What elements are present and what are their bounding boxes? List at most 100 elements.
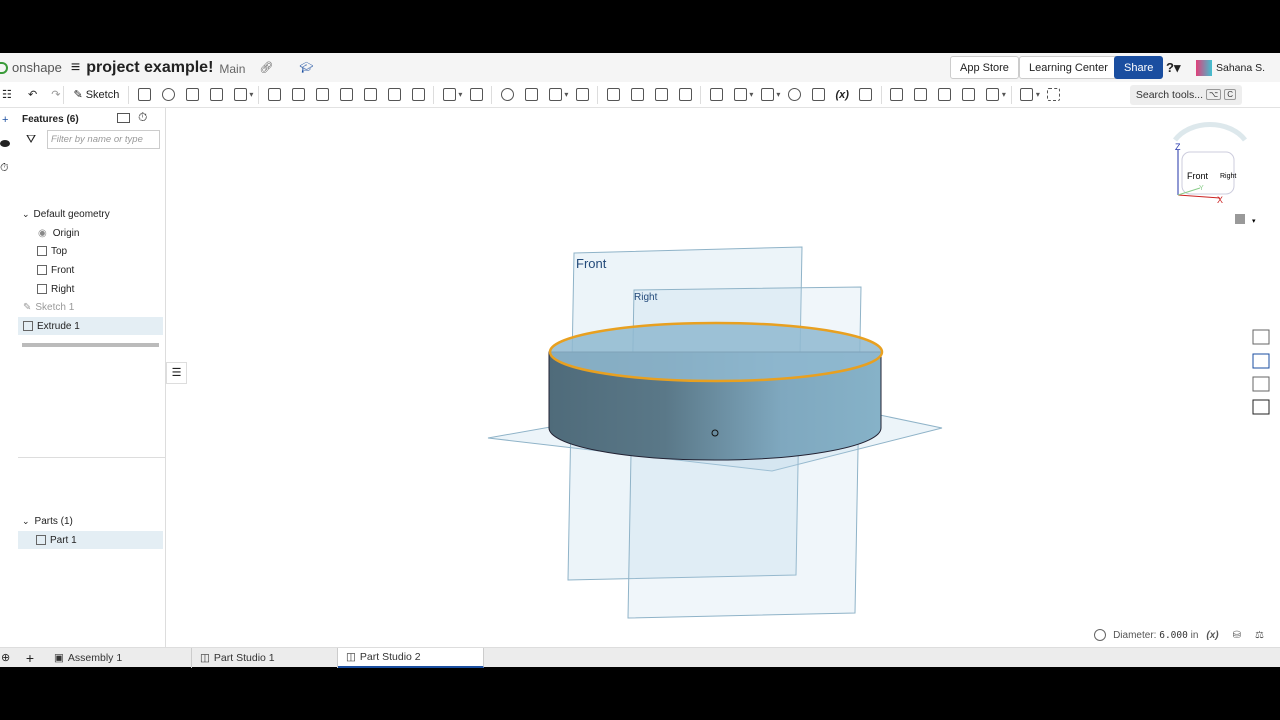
- move-face-icon[interactable]: [654, 88, 668, 101]
- parts-header[interactable]: ⌄ Parts (1): [18, 512, 163, 530]
- branch-name[interactable]: Main: [219, 62, 245, 76]
- filter-icon: ⛛: [26, 132, 37, 146]
- view-cube[interactable]: Z X Y Front Right: [1172, 122, 1248, 205]
- thicken-icon[interactable]: [233, 88, 247, 101]
- onshape-logo[interactable]: onshape: [0, 60, 62, 75]
- delete-face-icon[interactable]: [630, 88, 644, 101]
- feature-default-geometry[interactable]: ⌄ Default geometry: [18, 205, 163, 223]
- view-mode-icon[interactable]: ▾: [1235, 214, 1256, 225]
- extrude-icon: [23, 321, 33, 331]
- transform-icon[interactable]: [548, 88, 562, 101]
- flange-icon[interactable]: [914, 88, 928, 101]
- frame-icon[interactable]: [1020, 88, 1034, 101]
- part-label: Part 1: [50, 534, 77, 546]
- cube-right-label[interactable]: Right: [1220, 173, 1236, 180]
- feature-top-plane[interactable]: Top: [18, 242, 163, 260]
- feature-label: Right: [51, 283, 75, 295]
- app-store-button[interactable]: App Store: [950, 56, 1019, 79]
- rollback-timer-icon[interactable]: ⏱︎: [138, 110, 147, 125]
- tab-part-studio-2[interactable]: ◫ Part Studio 2: [338, 647, 484, 668]
- revolve-icon[interactable]: [161, 88, 175, 101]
- tab-label: Assembly 1: [67, 651, 123, 664]
- pattern-icon[interactable]: [442, 88, 456, 101]
- replace-face-icon[interactable]: [678, 88, 692, 101]
- feature-label: Extrude 1: [37, 320, 80, 332]
- extrude-icon[interactable]: [137, 88, 151, 101]
- feature-label: Sketch 1: [35, 301, 75, 313]
- add-custom-feature-icon[interactable]: [1047, 88, 1061, 101]
- tab-assembly-1[interactable]: ▣ Assembly 1: [46, 647, 192, 668]
- avatar[interactable]: [1196, 60, 1212, 76]
- split-icon[interactable]: [524, 88, 538, 101]
- sketch-button[interactable]: ✎ Sketch: [73, 88, 120, 102]
- modify-fillet-icon[interactable]: [606, 88, 620, 101]
- sketch-label: Sketch: [85, 88, 120, 101]
- share-button[interactable]: Share: [1114, 56, 1164, 79]
- balance-icon[interactable]: ⚖︎: [1255, 630, 1264, 641]
- hole-icon[interactable]: [387, 88, 401, 101]
- axis-x-label: X: [1217, 195, 1223, 205]
- help-icon[interactable]: ?▾: [1166, 60, 1180, 76]
- insert-icon[interactable]: +: [2, 114, 8, 126]
- composite-icon[interactable]: [859, 88, 873, 101]
- tab-manager-icon[interactable]: ⊕: [0, 651, 14, 664]
- cube-front-label[interactable]: Front: [1187, 171, 1209, 181]
- menu-icon[interactable]: ≡: [71, 59, 80, 77]
- fit-spline-icon[interactable]: [811, 88, 825, 101]
- variable-icon[interactable]: (x): [835, 89, 848, 101]
- feature-list-icon[interactable]: ☷: [2, 88, 14, 101]
- 3d-viewport[interactable]: Front Right Z X Y Front Right ▾: [167, 108, 1270, 647]
- add-tab-button[interactable]: +: [14, 650, 46, 666]
- boolean-icon[interactable]: [500, 88, 514, 101]
- tab-part-studio-1[interactable]: ◫ Part Studio 1: [192, 647, 338, 668]
- feature-label: Front: [51, 264, 75, 276]
- education-icon[interactable]: 🎓︎: [299, 61, 313, 74]
- document-tabs: ⊕ + ▣ Assembly 1 ◫ Part Studio 1 ◫ Part Stu…: [0, 647, 1280, 668]
- feature-front-plane[interactable]: Front: [18, 261, 163, 279]
- feature-origin[interactable]: ◉ Origin: [18, 224, 163, 242]
- search-tools-button[interactable]: Search tools... ⌥ C: [1129, 84, 1242, 105]
- shell-icon[interactable]: [363, 88, 377, 101]
- timer-icon[interactable]: ⏱︎: [0, 162, 9, 175]
- redo-icon[interactable]: ↷: [51, 88, 60, 101]
- cylinder-top-face[interactable]: [548, 321, 884, 383]
- feature-right-plane[interactable]: Right: [18, 280, 163, 298]
- variable-icon[interactable]: (x): [1206, 630, 1218, 641]
- corner-icon[interactable]: [962, 88, 976, 101]
- helix-icon[interactable]: [760, 88, 774, 101]
- tab-icon[interactable]: [938, 88, 952, 101]
- add-folder-icon[interactable]: [117, 113, 130, 123]
- model-graphics[interactable]: Front Right Z X Y Front Right ▾: [167, 108, 1270, 647]
- loft-icon[interactable]: [209, 88, 223, 101]
- undo-icon[interactable]: ↶: [28, 88, 37, 101]
- rib-icon[interactable]: [339, 88, 353, 101]
- document-title[interactable]: project example!: [86, 59, 213, 77]
- rollback-bar[interactable]: [22, 343, 159, 347]
- history-icon[interactable]: [787, 88, 801, 101]
- cylinder-icon[interactable]: [411, 88, 425, 101]
- fillet-icon[interactable]: [267, 88, 281, 101]
- chamfer-icon[interactable]: [291, 88, 305, 101]
- part-studio-icon: ◫: [200, 651, 210, 664]
- plane-icon[interactable]: [709, 88, 723, 101]
- mirror-icon[interactable]: [469, 88, 483, 101]
- sweep-icon[interactable]: [185, 88, 199, 101]
- pencil-icon: ✎: [23, 301, 32, 313]
- filter-input[interactable]: Filter by name or type: [47, 130, 160, 149]
- delete-part-icon[interactable]: [575, 88, 589, 101]
- user-menu[interactable]: Sahana S.: [1216, 62, 1265, 74]
- right-panel-icons[interactable]: [1252, 329, 1270, 415]
- mate-connector-icon[interactable]: [733, 88, 747, 101]
- feature-extrude-1[interactable]: Extrude 1: [18, 317, 163, 335]
- draft-icon[interactable]: [315, 88, 329, 101]
- bend-icon[interactable]: [986, 88, 1000, 101]
- feature-sketch-1[interactable]: ✎ Sketch 1: [18, 298, 163, 316]
- learning-center-button[interactable]: Learning Center: [1019, 56, 1118, 79]
- features-title: Features (6): [22, 114, 79, 125]
- toolbar: ☷ ↶ ↷ ✎ Sketch ▾ ▾ ▾ ▾ ▾ (x) ▾ ▾ Search …: [0, 82, 1280, 108]
- sheet-metal-icon[interactable]: [890, 88, 904, 101]
- part-item[interactable]: Part 1: [18, 531, 163, 549]
- comment-icon[interactable]: [0, 140, 10, 147]
- mass-properties-icon[interactable]: ⛁: [1233, 630, 1241, 641]
- link-icon[interactable]: 🔗︎: [259, 61, 273, 74]
